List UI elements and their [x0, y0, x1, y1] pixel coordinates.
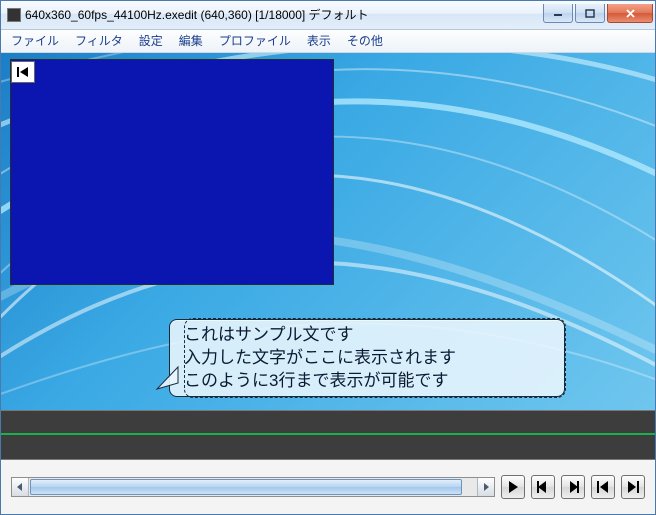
menu-other[interactable]: その他 — [339, 30, 391, 51]
video-object[interactable] — [10, 59, 334, 285]
speech-line-2: 入力した文字がここに表示されます — [184, 347, 554, 370]
maximize-icon — [585, 9, 595, 18]
speech-line-3: このように3行まで表示が可能です — [184, 370, 554, 393]
menu-view[interactable]: 表示 — [299, 30, 339, 51]
scroll-left-button[interactable] — [12, 478, 29, 496]
close-button[interactable] — [607, 4, 653, 23]
menu-file[interactable]: ファイル — [3, 30, 67, 51]
menu-profile[interactable]: プロファイル — [211, 30, 299, 51]
chevron-right-icon — [483, 483, 489, 491]
step-back-button[interactable] — [531, 475, 555, 499]
speech-line-1: これはサンプル文です — [184, 324, 554, 347]
seek-start-button[interactable] — [11, 61, 35, 83]
chevron-left-icon — [17, 483, 23, 491]
play-icon — [508, 481, 518, 493]
menu-filter[interactable]: フィルタ — [67, 30, 131, 51]
scrollbar-track[interactable] — [29, 478, 477, 496]
minimize-icon — [553, 9, 563, 17]
scroll-right-button[interactable] — [477, 478, 494, 496]
play-button[interactable] — [501, 475, 525, 499]
step-forward-icon — [567, 481, 579, 493]
step-back-icon — [537, 481, 549, 493]
menubar: ファイル フィルタ 設定 編集 プロファイル 表示 その他 — [1, 30, 655, 53]
seek-scrollbar[interactable] — [11, 477, 495, 497]
timeline-strip[interactable] — [1, 410, 655, 460]
window-buttons — [543, 4, 653, 23]
window-title: 640x360_60fps_44100Hz.exedit (640,360) [… — [25, 6, 543, 23]
preview-area: これはサンプル文です 入力した文字がここに表示されます このように3行まで表示が… — [1, 53, 655, 410]
maximize-button[interactable] — [575, 4, 605, 23]
step-forward-button[interactable] — [561, 475, 585, 499]
transport-bar — [1, 460, 655, 514]
minimize-button[interactable] — [543, 4, 573, 23]
jump-start-icon — [597, 481, 609, 493]
app-icon — [7, 8, 21, 22]
timeline-track-line — [1, 433, 655, 435]
jump-end-button[interactable] — [621, 475, 645, 499]
menu-edit[interactable]: 編集 — [171, 30, 211, 51]
app-window: 640x360_60fps_44100Hz.exedit (640,360) [… — [0, 0, 656, 515]
speech-tail-icon — [153, 365, 179, 391]
jump-end-icon — [627, 481, 639, 493]
menu-settings[interactable]: 設定 — [131, 30, 171, 51]
speech-bubble: これはサンプル文です 入力した文字がここに表示されます このように3行まで表示が… — [169, 319, 565, 397]
scrollbar-thumb[interactable] — [30, 479, 462, 495]
titlebar[interactable]: 640x360_60fps_44100Hz.exedit (640,360) [… — [1, 1, 655, 30]
seek-start-icon — [16, 66, 30, 78]
jump-start-button[interactable] — [591, 475, 615, 499]
speech-bubble-object[interactable]: これはサンプル文です 入力した文字がここに表示されます このように3行まで表示が… — [153, 319, 565, 397]
close-icon — [625, 9, 636, 18]
